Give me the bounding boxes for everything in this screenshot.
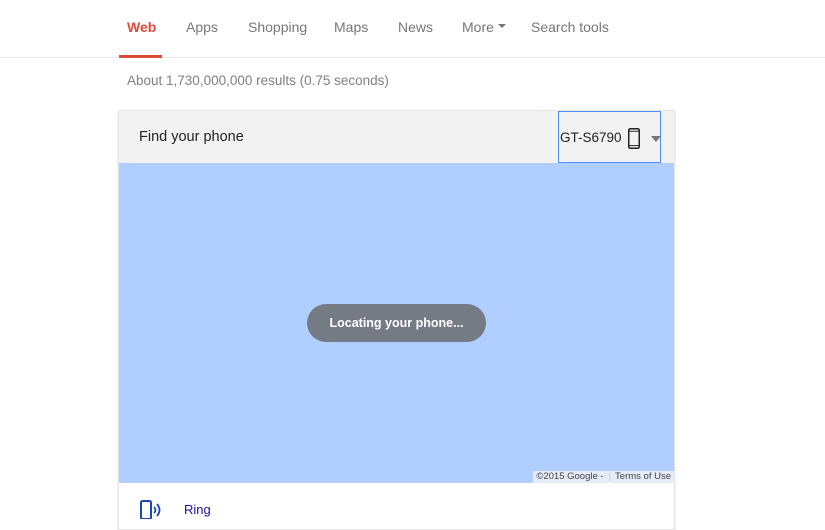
terms-of-use-link[interactable]: Terms of Use [615,471,671,483]
map-view[interactable]: Locating your phone... ©2015 Google - | … [119,163,674,483]
active-tab-indicator [119,55,162,58]
map-copyright: ©2015 Google - [536,471,604,482]
device-selector-dropdown[interactable]: GT-S6790 [558,111,661,163]
dropdown-arrow-icon [651,136,661,142]
result-stats: About 1,730,000,000 results (0.75 second… [127,73,389,88]
chevron-down-icon [497,24,506,29]
card-title: Find your phone [139,129,244,145]
tab-news[interactable]: News [398,19,433,35]
smartphone-icon [628,128,640,149]
card-header: Find your phone GT-S6790 [119,111,674,163]
tab-maps[interactable]: Maps [334,19,368,35]
tab-apps[interactable]: Apps [186,19,218,35]
tab-more[interactable]: More [462,19,506,35]
tab-shopping[interactable]: Shopping [248,19,307,35]
ring-action-row[interactable]: Ring [119,483,674,529]
locating-status: Locating your phone... [307,304,486,342]
attribution-divider: | [608,471,612,482]
search-tools-button[interactable]: Search tools [531,19,609,35]
ring-phone-icon [140,500,161,519]
tab-web[interactable]: Web [127,19,156,35]
device-name: GT-S6790 [560,130,622,145]
find-your-phone-card: Find your phone GT-S6790 Locating your p… [118,110,675,530]
map-attribution: ©2015 Google - | Terms of Use [533,471,674,483]
search-tabs-bar: Web Apps Shopping Maps News More Search … [0,0,825,58]
tab-more-label: More [462,19,494,35]
